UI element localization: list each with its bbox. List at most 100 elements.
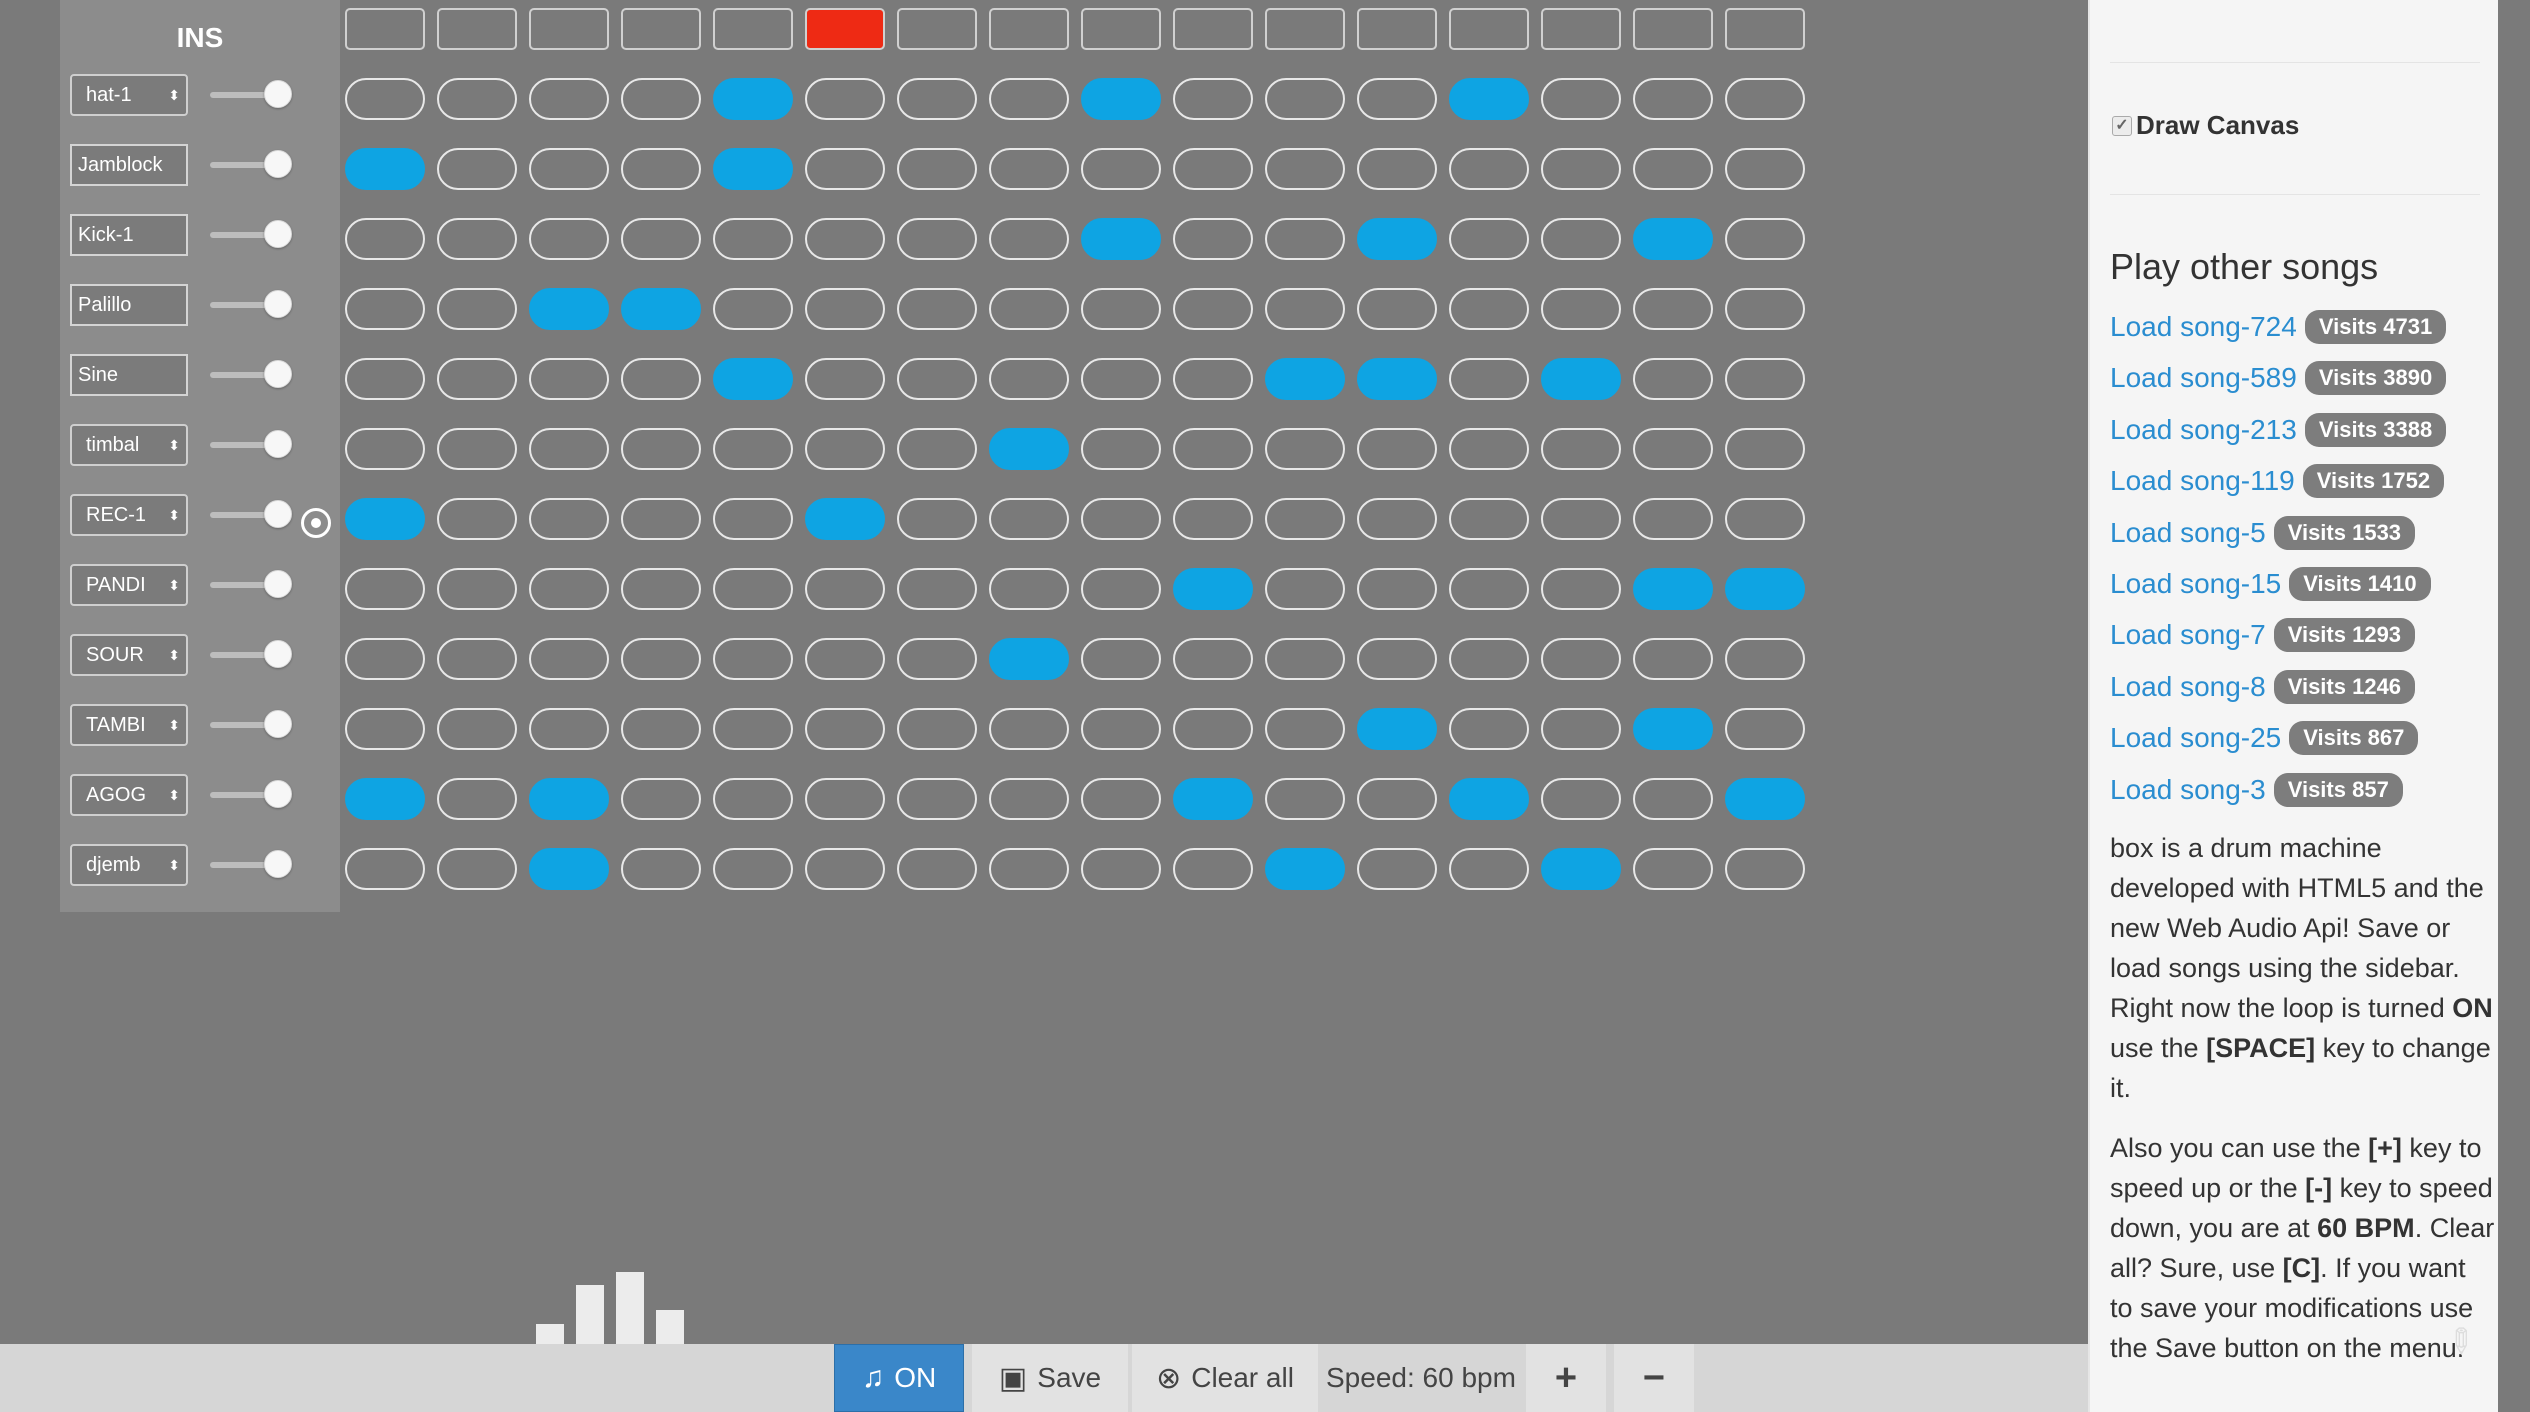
step-cell[interactable]	[529, 148, 609, 190]
step-cell[interactable]	[621, 78, 701, 120]
step-cell[interactable]	[1633, 288, 1713, 330]
step-cell[interactable]	[1173, 638, 1253, 680]
volume-slider-handle[interactable]	[264, 710, 292, 738]
step-cell-active[interactable]	[1357, 358, 1437, 400]
volume-slider-handle[interactable]	[264, 850, 292, 878]
volume-slider-handle[interactable]	[264, 640, 292, 668]
step-cell-active[interactable]	[713, 148, 793, 190]
volume-slider-handle[interactable]	[264, 80, 292, 108]
step-cell[interactable]	[1357, 638, 1437, 680]
step-cell[interactable]	[345, 218, 425, 260]
step-cell[interactable]	[1265, 498, 1345, 540]
step-cell[interactable]	[1173, 498, 1253, 540]
step-cell[interactable]	[805, 778, 885, 820]
step-cell[interactable]	[437, 78, 517, 120]
step-cell-active[interactable]	[713, 78, 793, 120]
instrument-select[interactable]: djemb ⬍	[70, 844, 188, 886]
step-cell[interactable]	[1541, 498, 1621, 540]
step-cell[interactable]	[713, 708, 793, 750]
step-cell[interactable]	[989, 288, 1069, 330]
step-cell[interactable]	[1357, 568, 1437, 610]
step-cell[interactable]	[1173, 708, 1253, 750]
step-cell[interactable]	[1173, 148, 1253, 190]
step-cell[interactable]	[1541, 568, 1621, 610]
step-cell[interactable]	[345, 78, 425, 120]
step-cell[interactable]	[897, 428, 977, 470]
step-cell[interactable]	[1081, 708, 1161, 750]
step-cell[interactable]	[897, 638, 977, 680]
step-cell-active[interactable]	[1633, 708, 1713, 750]
step-cell[interactable]	[529, 358, 609, 400]
step-cell[interactable]	[1173, 288, 1253, 330]
step-cell[interactable]	[805, 358, 885, 400]
step-cell[interactable]	[1357, 498, 1437, 540]
instrument-name-field[interactable]: Jamblock	[70, 144, 188, 186]
step-cell-active[interactable]	[345, 148, 425, 190]
step-cell[interactable]	[437, 288, 517, 330]
step-cell[interactable]	[437, 498, 517, 540]
step-cell[interactable]	[897, 778, 977, 820]
step-cell[interactable]	[805, 218, 885, 260]
step-cell[interactable]	[1633, 498, 1713, 540]
step-cell-active[interactable]	[1541, 358, 1621, 400]
step-cell-active[interactable]	[1725, 568, 1805, 610]
step-cell-active[interactable]	[345, 778, 425, 820]
step-cell[interactable]	[897, 78, 977, 120]
step-cell[interactable]	[805, 148, 885, 190]
draw-canvas-toggle[interactable]: ✓ Draw Canvas	[2112, 110, 2299, 141]
step-cell[interactable]	[437, 638, 517, 680]
step-cell[interactable]	[713, 778, 793, 820]
step-cell[interactable]	[1633, 638, 1713, 680]
step-cell[interactable]	[1449, 848, 1529, 890]
step-cell[interactable]	[1173, 848, 1253, 890]
clear-all-button[interactable]: ⊗ Clear all	[1132, 1344, 1318, 1412]
step-cell[interactable]	[621, 568, 701, 610]
step-cell[interactable]	[1081, 638, 1161, 680]
step-cell-active[interactable]	[713, 358, 793, 400]
step-cell[interactable]	[621, 498, 701, 540]
step-cell[interactable]	[621, 148, 701, 190]
step-cell[interactable]	[1449, 218, 1529, 260]
step-cell[interactable]	[897, 568, 977, 610]
instrument-select[interactable]: AGOG ⬍	[70, 774, 188, 816]
step-cell[interactable]	[1449, 428, 1529, 470]
volume-slider-handle[interactable]	[264, 780, 292, 808]
step-cell[interactable]	[989, 358, 1069, 400]
step-cell[interactable]	[621, 708, 701, 750]
step-cell[interactable]	[437, 848, 517, 890]
checkbox-checked-icon[interactable]: ✓	[2112, 115, 2132, 136]
volume-slider-handle[interactable]	[264, 500, 292, 528]
volume-slider-handle[interactable]	[264, 430, 292, 458]
step-cell[interactable]	[1081, 288, 1161, 330]
step-cell[interactable]	[1449, 288, 1529, 330]
volume-slider-handle[interactable]	[264, 570, 292, 598]
step-cell[interactable]	[1265, 708, 1345, 750]
instrument-select[interactable]: timbal ⬍	[70, 424, 188, 466]
step-cell-active[interactable]	[529, 848, 609, 890]
step-cell[interactable]	[1081, 148, 1161, 190]
step-cell-active[interactable]	[1633, 568, 1713, 610]
step-cell[interactable]	[1541, 638, 1621, 680]
step-cell[interactable]	[989, 78, 1069, 120]
step-cell[interactable]	[897, 288, 977, 330]
save-button[interactable]: ▣ Save	[972, 1344, 1128, 1412]
step-cell[interactable]	[897, 708, 977, 750]
step-cell[interactable]	[1357, 78, 1437, 120]
load-song-link[interactable]: Load song-119	[2110, 465, 2295, 497]
step-cell-active[interactable]	[529, 288, 609, 330]
step-cell[interactable]	[1357, 778, 1437, 820]
step-cell[interactable]	[1081, 428, 1161, 470]
volume-slider-handle[interactable]	[264, 220, 292, 248]
step-cell[interactable]	[1081, 568, 1161, 610]
step-cell[interactable]	[1541, 218, 1621, 260]
step-cell-active[interactable]	[989, 428, 1069, 470]
step-cell[interactable]	[1633, 848, 1713, 890]
step-cell[interactable]	[345, 288, 425, 330]
step-cell[interactable]	[529, 498, 609, 540]
step-cell[interactable]	[437, 218, 517, 260]
toggle-on-button[interactable]: ♫ ON	[834, 1344, 964, 1412]
step-cell[interactable]	[1725, 78, 1805, 120]
step-cell[interactable]	[805, 638, 885, 680]
step-cell[interactable]	[1725, 848, 1805, 890]
step-cell[interactable]	[989, 218, 1069, 260]
